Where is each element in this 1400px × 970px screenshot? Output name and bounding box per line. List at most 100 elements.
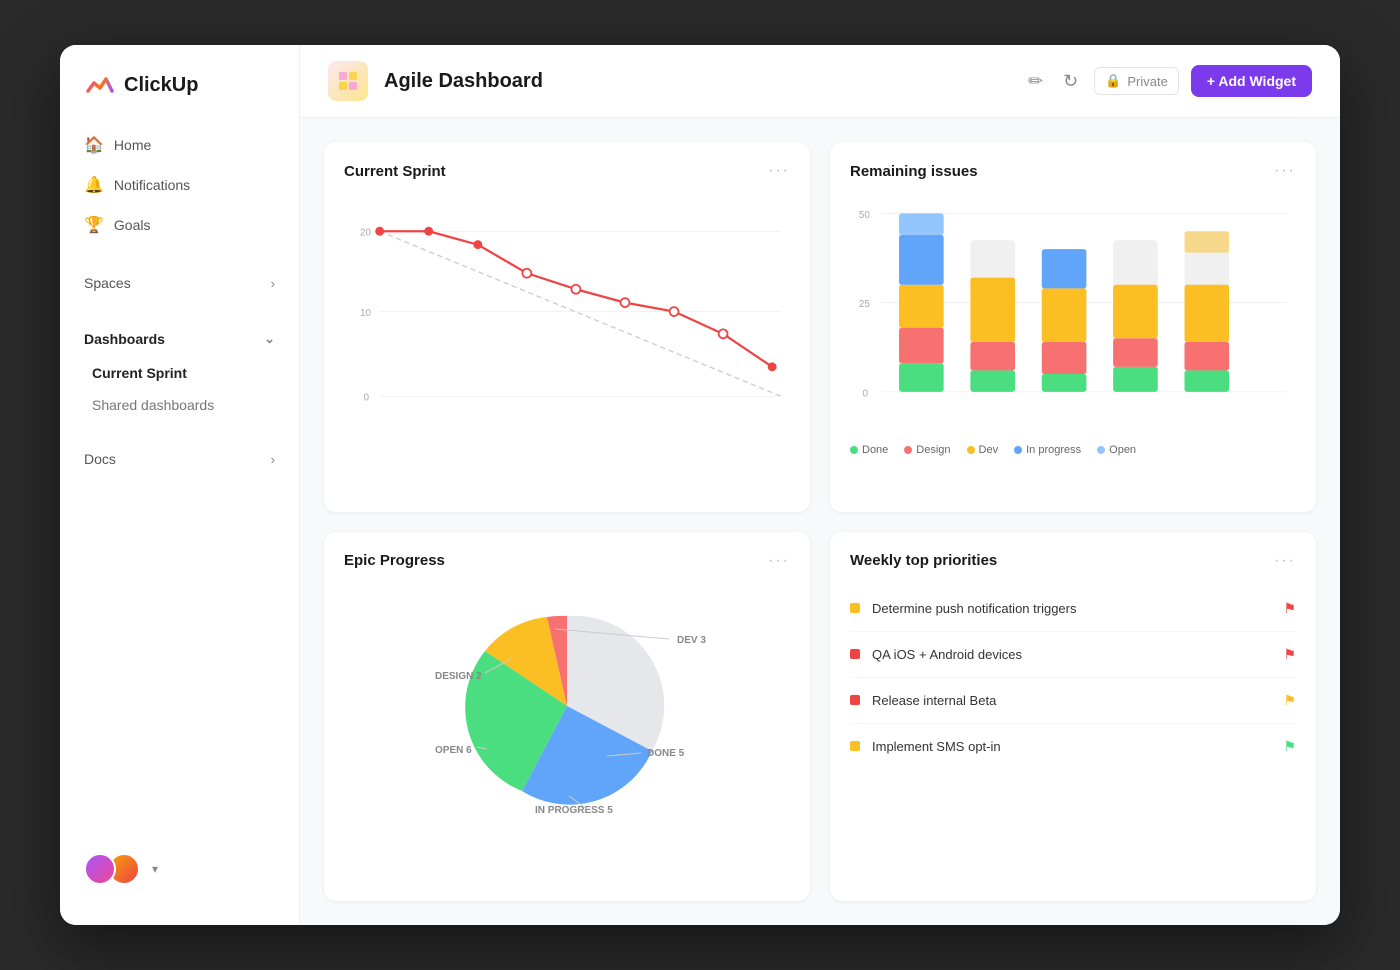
legend-open: Open: [1097, 444, 1136, 456]
clickup-logo-icon: [84, 69, 116, 101]
sidebar-item-current-sprint[interactable]: Current Sprint: [60, 357, 299, 389]
spaces-label: Spaces: [84, 275, 131, 291]
sidebar-item-notifications[interactable]: 🔔 Notifications: [60, 165, 299, 205]
grid-icon: [337, 70, 359, 92]
user-menu[interactable]: ▾: [60, 837, 299, 901]
sidebar: ClickUp 🏠 Home 🔔 Notifications 🏆 Goals S…: [60, 45, 300, 925]
svg-text:10: 10: [360, 308, 371, 319]
docs-label: Docs: [84, 451, 116, 467]
legend-design-label: Design: [916, 444, 950, 456]
widget-weekly-priorities-header: Weekly top priorities ···: [850, 552, 1296, 570]
widget-epic-progress-title: Epic Progress: [344, 552, 445, 569]
widget-remaining-issues-header: Remaining issues ···: [850, 162, 1296, 180]
avatar-user-1: [84, 853, 116, 885]
dashboard-grid: Current Sprint ··· 20 10 0: [300, 118, 1340, 925]
priority-flag-1: ⚑: [1283, 600, 1296, 617]
bell-icon: 🔔: [84, 175, 104, 195]
svg-text:IN PROGRESS 5: IN PROGRESS 5: [535, 805, 613, 816]
legend-inprogress: In progress: [1014, 444, 1081, 456]
lock-icon: 🔒: [1105, 73, 1121, 89]
widget-current-sprint-title: Current Sprint: [344, 163, 446, 180]
legend-dev: Dev: [967, 444, 999, 456]
dashboards-chevron-icon: ⌄: [264, 331, 275, 347]
sprint-burndown-chart: 20 10 0: [344, 196, 790, 436]
legend-design: Design: [904, 444, 950, 456]
priority-dot-1: [850, 603, 860, 613]
widget-epic-progress-header: Epic Progress ···: [344, 552, 790, 570]
legend-dev-dot: [967, 446, 975, 454]
priority-text-2: QA iOS + Android devices: [872, 647, 1271, 662]
svg-text:0: 0: [364, 393, 370, 404]
remaining-issues-legend: Done Design Dev In progress: [850, 444, 1296, 456]
priority-list: Determine push notification triggers ⚑ Q…: [850, 586, 1296, 769]
legend-done-dot: [850, 446, 858, 454]
priority-dot-4: [850, 741, 860, 751]
sidebar-item-notifications-label: Notifications: [114, 177, 190, 193]
legend-open-label: Open: [1109, 444, 1136, 456]
private-badge: 🔒 Private: [1094, 67, 1179, 95]
avatar-group: [84, 853, 140, 885]
header-actions: ✏ ↻ 🔒 Private + Add Widget: [1024, 65, 1312, 97]
svg-text:20: 20: [360, 228, 371, 239]
app-name: ClickUp: [124, 74, 198, 97]
widget-current-sprint-menu[interactable]: ···: [768, 162, 790, 180]
page-header: Agile Dashboard ✏ ↻ 🔒 Private + Add Widg…: [300, 45, 1340, 118]
sidebar-item-spaces[interactable]: Spaces ›: [60, 265, 299, 301]
nav-divider-1: [60, 245, 299, 265]
widget-epic-progress-menu[interactable]: ···: [768, 552, 790, 570]
page-title: Agile Dashboard: [384, 70, 1008, 93]
edit-button[interactable]: ✏: [1024, 67, 1047, 96]
priority-text-4: Implement SMS opt-in: [872, 739, 1271, 754]
add-widget-button[interactable]: + Add Widget: [1191, 65, 1312, 97]
widget-remaining-issues-menu[interactable]: ···: [1274, 162, 1296, 180]
svg-text:DEV 3: DEV 3: [677, 635, 706, 646]
widget-current-sprint: Current Sprint ··· 20 10 0: [324, 142, 810, 512]
trophy-icon: 🏆: [84, 215, 104, 235]
priority-item-2: QA iOS + Android devices ⚑: [850, 632, 1296, 678]
sidebar-item-goals-label: Goals: [114, 217, 151, 233]
widget-weekly-priorities-menu[interactable]: ···: [1274, 552, 1296, 570]
refresh-button[interactable]: ↻: [1059, 67, 1082, 96]
sidebar-item-goals[interactable]: 🏆 Goals: [60, 205, 299, 245]
widget-remaining-issues-title: Remaining issues: [850, 163, 978, 180]
logo: ClickUp: [60, 69, 299, 125]
current-sprint-label: Current Sprint: [92, 365, 187, 381]
main-content: Agile Dashboard ✏ ↻ 🔒 Private + Add Widg…: [300, 45, 1340, 925]
app-container: ClickUp 🏠 Home 🔔 Notifications 🏆 Goals S…: [60, 45, 1340, 925]
spaces-chevron-icon: ›: [271, 276, 275, 291]
priority-text-3: Release internal Beta: [872, 693, 1271, 708]
svg-text:25: 25: [859, 299, 870, 310]
legend-dev-label: Dev: [979, 444, 999, 456]
widget-current-sprint-header: Current Sprint ···: [344, 162, 790, 180]
svg-text:DONE 5: DONE 5: [647, 748, 685, 759]
widget-weekly-priorities-title: Weekly top priorities: [850, 552, 997, 569]
legend-design-dot: [904, 446, 912, 454]
svg-text:0: 0: [862, 388, 868, 399]
user-menu-chevron-icon: ▾: [152, 862, 158, 876]
svg-text:OPEN 6: OPEN 6: [435, 745, 472, 756]
legend-inprogress-label: In progress: [1026, 444, 1081, 456]
widget-epic-progress: Epic Progress ···: [324, 532, 810, 902]
priority-item-1: Determine push notification triggers ⚑: [850, 586, 1296, 632]
epic-progress-pie: DEV 3 DESIGN 2 DONE 5 OPEN 6 IN PROGRESS…: [344, 586, 790, 826]
sidebar-item-home[interactable]: 🏠 Home: [60, 125, 299, 165]
home-icon: 🏠: [84, 135, 104, 155]
legend-done-label: Done: [862, 444, 888, 456]
nav-divider-3: [60, 421, 299, 441]
remaining-issues-chart: 50 25 0: [850, 196, 1296, 436]
widget-remaining-issues: Remaining issues ··· 50 25 0: [830, 142, 1316, 512]
dashboards-label: Dashboards: [84, 331, 165, 347]
sidebar-item-dashboards[interactable]: Dashboards ⌄: [60, 321, 299, 357]
svg-text:DESIGN 2: DESIGN 2: [435, 671, 482, 682]
widget-weekly-priorities: Weekly top priorities ··· Determine push…: [830, 532, 1316, 902]
priority-flag-3: ⚑: [1283, 692, 1296, 709]
sidebar-item-home-label: Home: [114, 137, 151, 153]
legend-done: Done: [850, 444, 888, 456]
docs-chevron-icon: ›: [271, 452, 275, 467]
shared-dashboards-label: Shared dashboards: [92, 397, 214, 413]
sidebar-item-shared-dashboards[interactable]: Shared dashboards: [60, 389, 299, 421]
priority-flag-4: ⚑: [1283, 738, 1296, 755]
legend-inprogress-dot: [1014, 446, 1022, 454]
private-label: Private: [1127, 74, 1167, 89]
sidebar-item-docs[interactable]: Docs ›: [60, 441, 299, 477]
